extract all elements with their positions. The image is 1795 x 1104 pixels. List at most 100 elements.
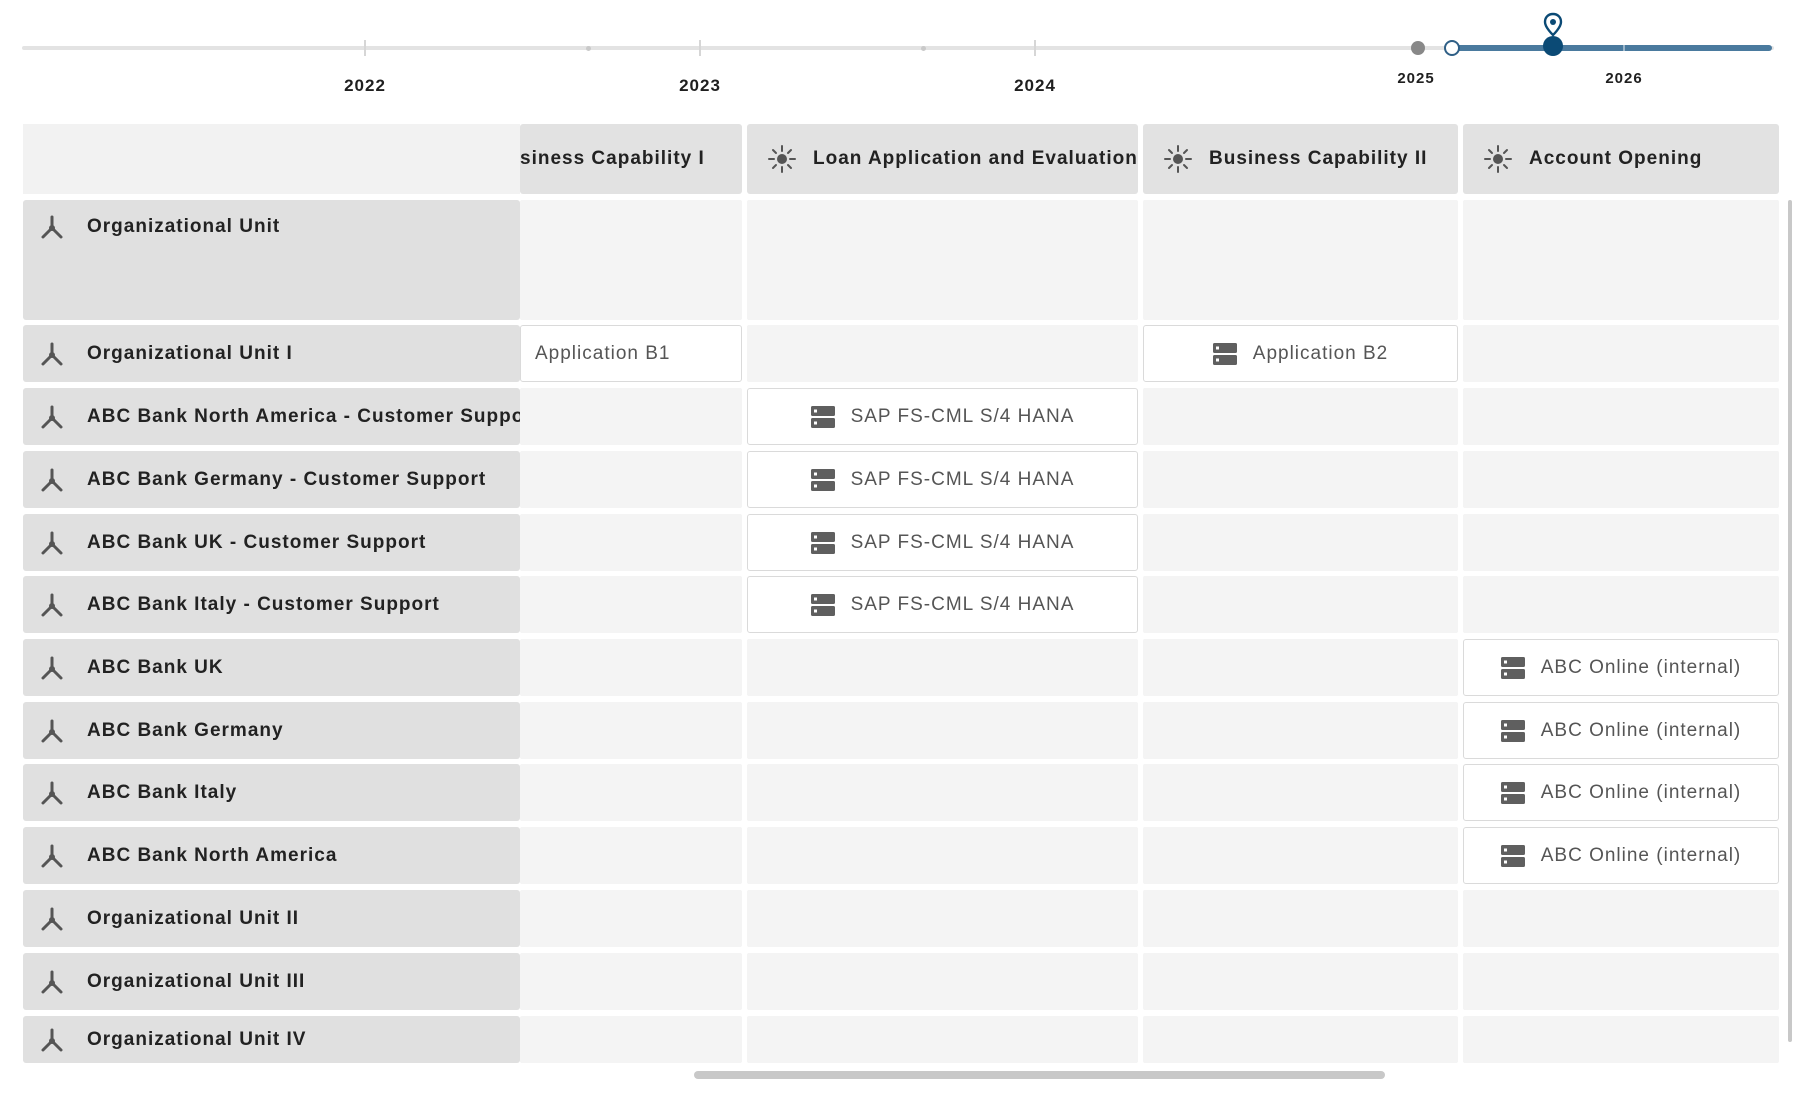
row-header-label: ABC Bank Germany - Customer Support <box>87 469 487 490</box>
application-card[interactable]: SAP FS-CML S/4 HANA <box>747 451 1138 508</box>
org-unit-icon <box>41 531 63 555</box>
matrix-cell-empty <box>747 639 1138 696</box>
matrix-cell-empty <box>520 388 742 445</box>
column-header-capability[interactable]: Loan Application and Evaluation <box>747 124 1138 194</box>
matrix-cell-empty <box>747 702 1138 759</box>
application-card[interactable]: ABC Online (internal) <box>1463 702 1779 759</box>
application-card-label: SAP FS-CML S/4 HANA <box>850 593 1075 615</box>
matrix-cell-empty <box>520 890 742 947</box>
application-server-icon <box>810 531 835 554</box>
application-server-icon <box>1500 656 1525 679</box>
matrix-cell-empty <box>520 200 742 320</box>
vertical-scrollbar[interactable] <box>1788 200 1792 1042</box>
matrix-cell-empty <box>1143 576 1458 633</box>
row-header-label: Organizational Unit IV <box>87 1029 307 1050</box>
application-server-icon <box>1212 342 1237 365</box>
application-server-icon <box>810 468 835 491</box>
capability-icon <box>1164 145 1192 173</box>
column-header-capability[interactable]: Account Opening <box>1463 124 1779 194</box>
row-header-label: ABC Bank North America - Customer Suppor… <box>87 406 520 427</box>
application-server-icon <box>1500 844 1525 867</box>
application-server-icon <box>1500 781 1525 804</box>
application-card[interactable]: SAP FS-CML S/4 HANA <box>747 388 1138 445</box>
org-unit-icon <box>41 970 63 994</box>
row-header-org-unit[interactable]: ABC Bank Germany - Customer Support <box>23 451 520 508</box>
org-unit-icon <box>41 593 63 617</box>
row-header-org-unit[interactable]: ABC Bank North America <box>23 827 520 884</box>
capability-icon <box>768 145 796 173</box>
row-header-org-unit[interactable]: ABC Bank Italy - Customer Support <box>23 576 520 633</box>
application-card-label: Application B2 <box>1252 342 1389 364</box>
row-header-org-unit[interactable]: Organizational Unit I <box>23 325 520 382</box>
matrix-cell-empty <box>1143 1016 1458 1063</box>
matrix-cell-empty <box>1463 953 1779 1010</box>
application-card-label: ABC Online (internal) <box>1540 781 1742 803</box>
row-header-org-unit[interactable]: ABC Bank UK - Customer Support <box>23 514 520 571</box>
row-header-org-unit[interactable]: ABC Bank North America - Customer Suppor… <box>23 388 520 445</box>
application-card[interactable]: ABC Online (internal) <box>1463 639 1779 696</box>
matrix-cell-empty <box>1143 953 1458 1010</box>
application-card-label: ABC Online (internal) <box>1540 656 1742 678</box>
org-unit-icon <box>41 844 63 868</box>
matrix-cell-empty <box>520 702 742 759</box>
matrix-cell-empty <box>1143 514 1458 571</box>
application-card[interactable]: SAP FS-CML S/4 HANA <box>747 514 1138 571</box>
org-unit-icon <box>41 719 63 743</box>
capability-icon <box>1484 145 1512 173</box>
column-header-label: Account Opening <box>1529 148 1703 169</box>
matrix-cell-empty <box>1463 890 1779 947</box>
matrix-cell-empty <box>520 827 742 884</box>
row-header-label: ABC Bank Germany <box>87 720 284 741</box>
application-card-label: SAP FS-CML S/4 HANA <box>850 531 1075 553</box>
row-header-label: Organizational Unit I <box>87 343 293 364</box>
column-header-label: Loan Application and Evaluation <box>813 148 1138 169</box>
matrix-cell-empty <box>1143 451 1458 508</box>
matrix-cell-empty <box>747 325 1138 382</box>
matrix-cell-empty <box>747 764 1138 821</box>
row-header-org-unit[interactable]: ABC Bank UK <box>23 639 520 696</box>
row-header-org-unit[interactable]: ABC Bank Italy <box>23 764 520 821</box>
application-card-label: SAP FS-CML S/4 HANA <box>850 405 1075 427</box>
row-header-label: ABC Bank Italy <box>87 782 238 803</box>
row-header-org-unit[interactable]: Organizational Unit IV <box>23 1016 520 1063</box>
matrix-cell-empty <box>520 1016 742 1063</box>
matrix-cell-empty <box>747 827 1138 884</box>
row-header-org-unit[interactable]: Organizational Unit <box>23 200 520 320</box>
application-card[interactable]: SAP FS-CML S/4 HANA <box>747 576 1138 633</box>
application-card-label: Application B1 <box>535 342 671 364</box>
matrix-cell-empty <box>747 953 1138 1010</box>
matrix-cell-empty <box>520 514 742 571</box>
matrix-cell-empty <box>520 639 742 696</box>
row-header-org-unit[interactable]: ABC Bank Germany <box>23 702 520 759</box>
column-header-label: siness Capability I <box>520 148 705 169</box>
row-header-label: ABC Bank Italy - Customer Support <box>87 594 440 615</box>
matrix-cell-empty <box>1463 388 1779 445</box>
matrix-cell-empty <box>1143 890 1458 947</box>
row-header-org-unit[interactable]: Organizational Unit II <box>23 890 520 947</box>
org-unit-icon <box>41 342 63 366</box>
row-header-label: ABC Bank UK - Customer Support <box>87 532 427 553</box>
org-unit-icon <box>41 1028 63 1052</box>
matrix-cell-empty <box>1143 827 1458 884</box>
application-card[interactable]: ABC Online (internal) <box>1463 827 1779 884</box>
row-header-label: ABC Bank UK <box>87 657 224 678</box>
horizontal-scrollbar[interactable] <box>694 1071 1385 1079</box>
row-header-label: Organizational Unit <box>87 216 281 237</box>
application-server-icon <box>810 405 835 428</box>
row-header-label: ABC Bank North America <box>87 845 338 866</box>
row-header-org-unit[interactable]: Organizational Unit III <box>23 953 520 1010</box>
matrix-cell-empty <box>1463 1016 1779 1063</box>
application-card[interactable]: ABC Online (internal) <box>1463 764 1779 821</box>
application-card[interactable]: Application B2 <box>1143 325 1458 382</box>
matrix-corner-header <box>23 124 520 194</box>
row-header-label: Organizational Unit III <box>87 971 306 992</box>
matrix-cell-empty <box>747 1016 1138 1063</box>
column-header-capability[interactable]: siness Capability I <box>520 124 742 194</box>
org-unit-icon <box>41 468 63 492</box>
matrix-cell-empty <box>1463 514 1779 571</box>
application-card[interactable]: Application B1 <box>520 325 742 382</box>
column-header-capability[interactable]: Business Capability II <box>1143 124 1458 194</box>
matrix-cell-empty <box>1463 576 1779 633</box>
matrix-cell-empty <box>1463 451 1779 508</box>
matrix-cell-empty <box>747 200 1138 320</box>
